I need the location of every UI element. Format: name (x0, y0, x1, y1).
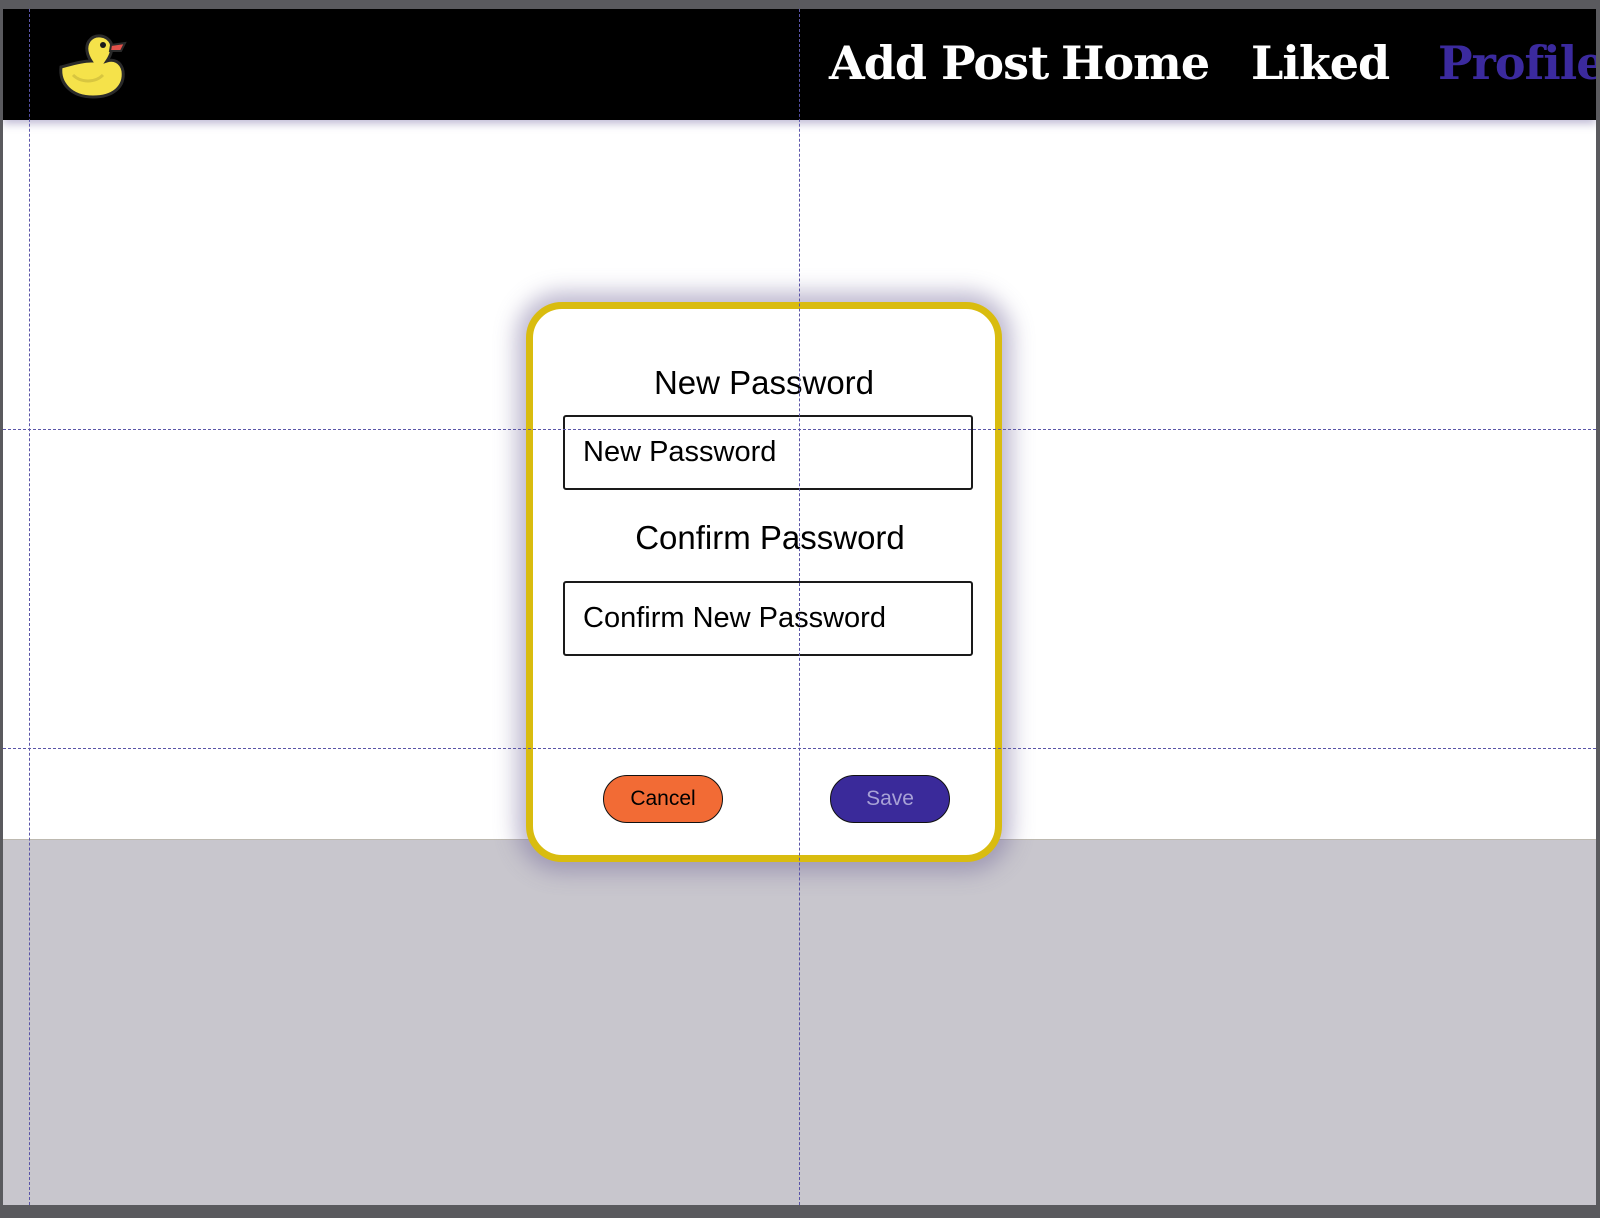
page-footer-area (3, 839, 1596, 1205)
new-password-input[interactable] (563, 415, 973, 490)
cancel-button[interactable]: Cancel (603, 775, 723, 823)
confirm-password-input[interactable] (563, 581, 973, 656)
navbar: Add Post Home Liked Profile (3, 9, 1596, 120)
new-password-label: New Password (653, 364, 875, 401)
nav-link-add-post[interactable]: Add Post (829, 33, 1049, 93)
nav-link-profile[interactable]: Profile (1438, 33, 1596, 93)
rubber-duck-icon[interactable] (55, 31, 135, 101)
confirm-password-label: Confirm Password (635, 519, 905, 556)
nav-link-home[interactable]: Home (1061, 33, 1210, 93)
save-button[interactable]: Save (830, 775, 950, 823)
nav-link-liked[interactable]: Liked (1251, 33, 1390, 93)
app-window: Add Post Home Liked Profile New Password… (3, 9, 1596, 1205)
change-password-dialog: New Password Confirm Password Cancel Sav… (526, 302, 1002, 862)
